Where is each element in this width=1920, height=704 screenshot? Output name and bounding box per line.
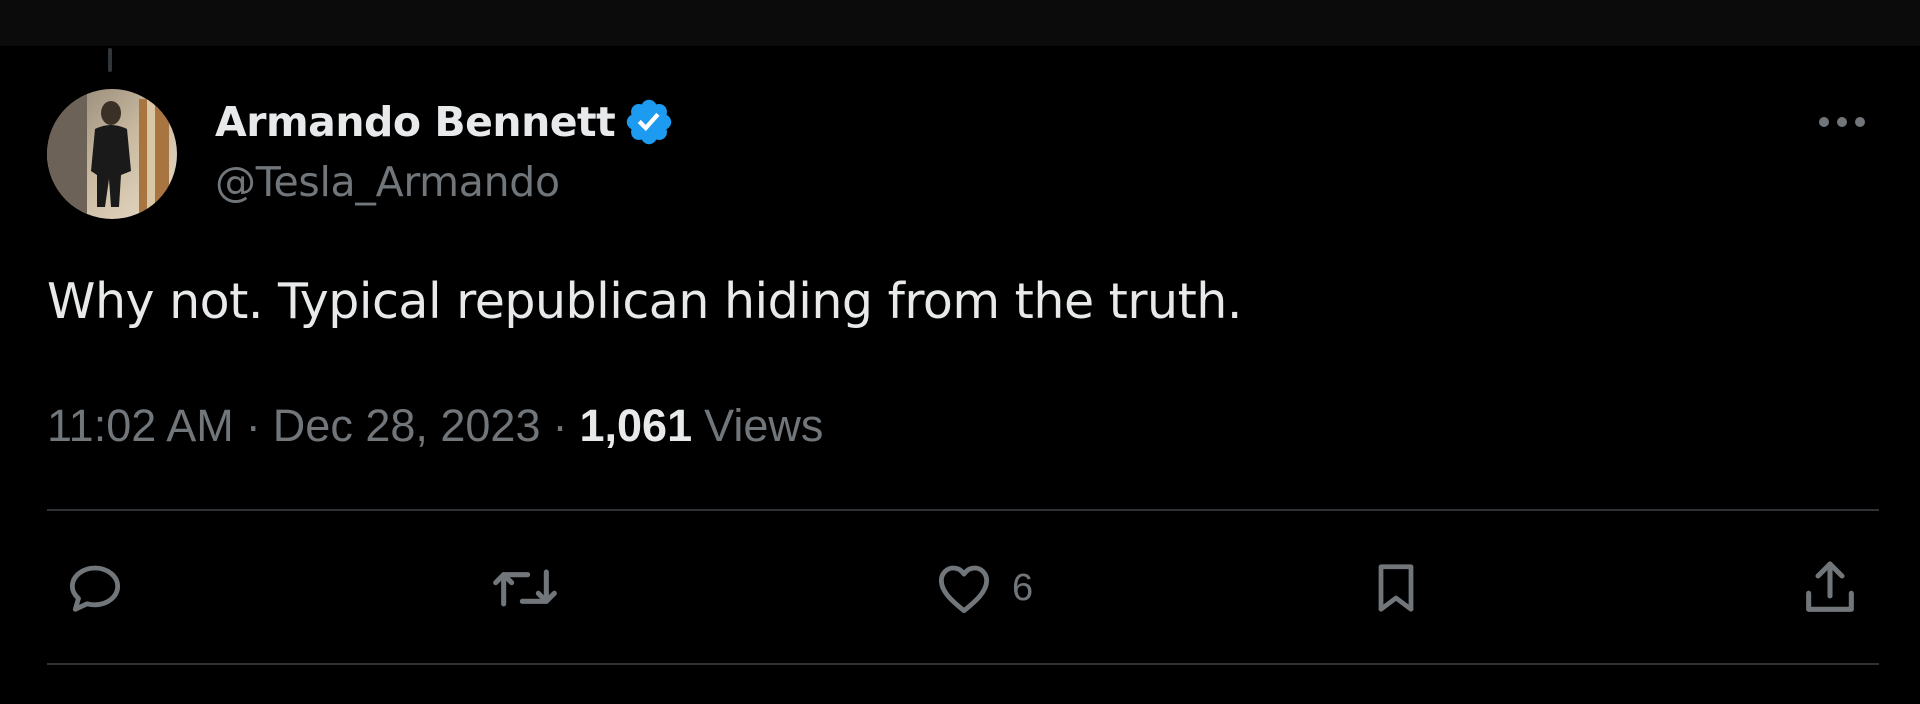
reply-button[interactable] — [60, 556, 130, 620]
verified-badge-icon — [627, 99, 672, 145]
views-label: Views — [704, 400, 824, 451]
meta-separator: · — [552, 400, 568, 451]
heart-icon — [938, 565, 990, 614]
like-count: 6 — [1012, 566, 1034, 609]
divider — [47, 509, 1879, 511]
bookmark-icon — [1378, 564, 1414, 612]
top-bar — [0, 0, 1920, 46]
divider — [47, 663, 1879, 665]
views-count: 1,061 — [579, 400, 693, 451]
author-handle[interactable]: @Tesla_Armando — [215, 158, 560, 206]
tweet-date[interactable]: Dec 28, 2023 — [273, 400, 541, 452]
author-name-row: Armando Bennett — [215, 94, 675, 150]
reply-icon — [69, 565, 121, 612]
more-options-button[interactable] — [1810, 102, 1874, 142]
display-name[interactable]: Armando Bennett — [215, 98, 616, 146]
share-button[interactable] — [1798, 556, 1862, 620]
more-icon — [1819, 117, 1865, 127]
tweet-meta: 11:02 AM · Dec 28, 2023 · 1,061 Views — [47, 400, 823, 452]
retweet-button[interactable] — [487, 556, 563, 620]
tweet-time[interactable]: 11:02 AM — [47, 400, 234, 452]
thread-connector-line — [108, 48, 112, 72]
meta-separator: · — [245, 400, 261, 451]
share-icon — [1806, 561, 1854, 612]
retweet-icon — [493, 569, 557, 607]
like-button[interactable]: 6 — [930, 556, 1033, 620]
avatar[interactable] — [47, 89, 177, 219]
bookmark-button[interactable] — [1366, 556, 1426, 620]
tweet-text: Why not. Typical republican hiding from … — [47, 273, 1242, 330]
